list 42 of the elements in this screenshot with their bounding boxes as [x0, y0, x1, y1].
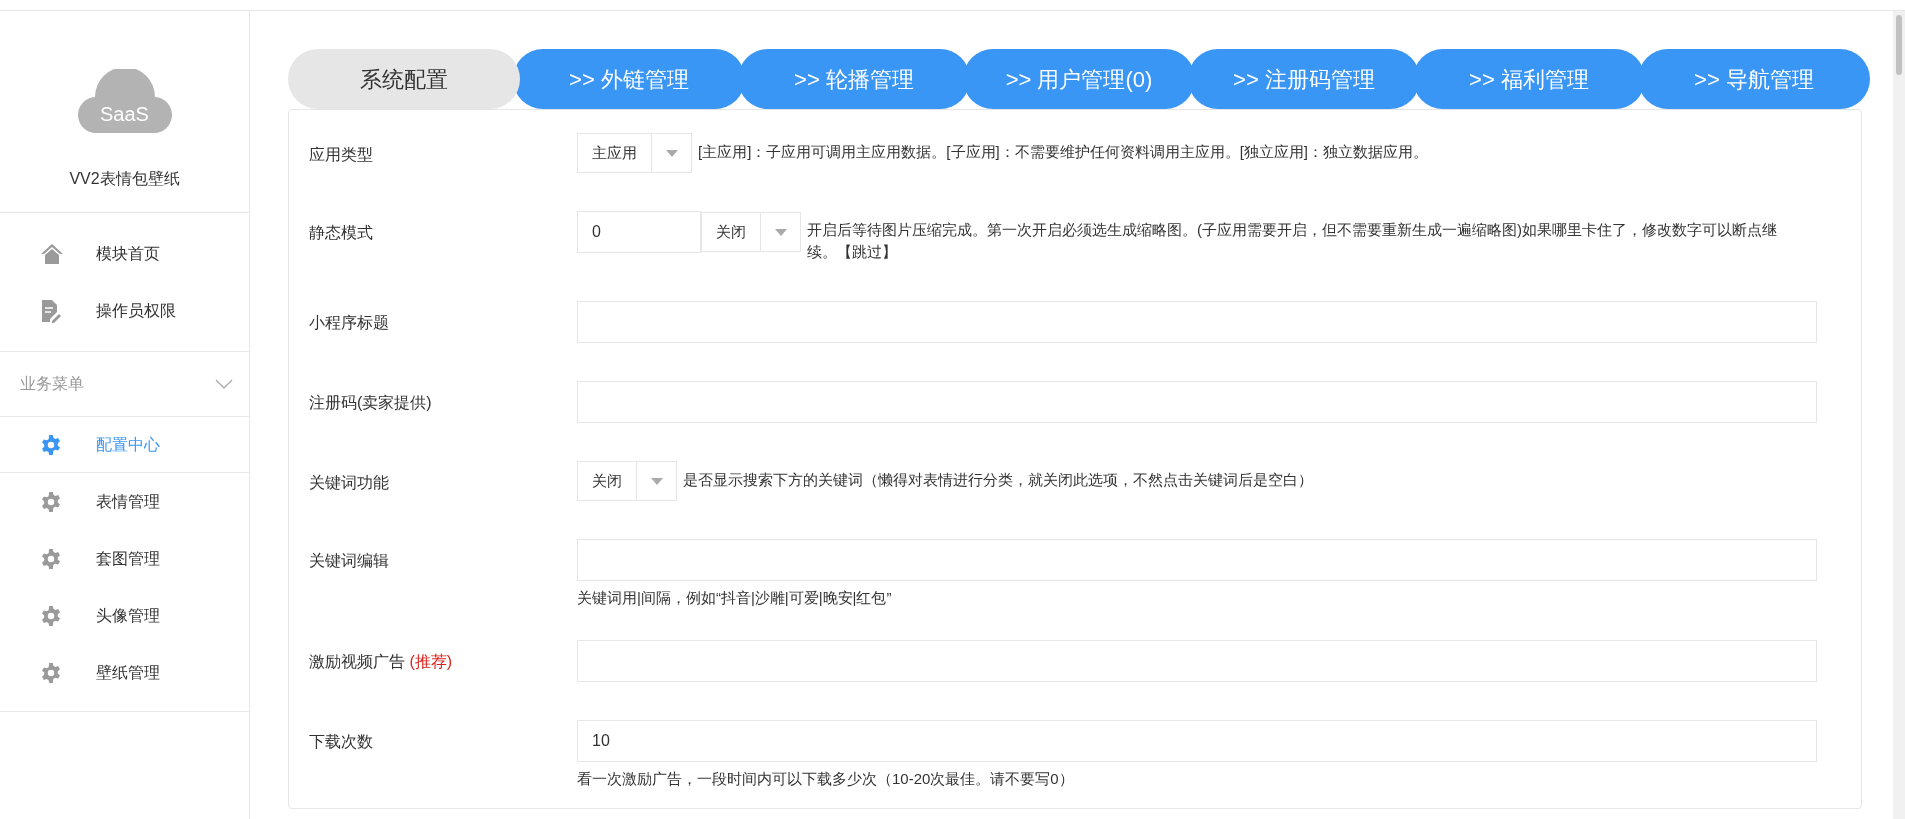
select-field[interactable]: 主应用 [577, 133, 692, 173]
hint-text: 看一次激励广告，一段时间内可以下载多少次（10-20次最佳。请不要写0） [577, 768, 1075, 789]
select-field[interactable]: 关闭 [577, 461, 677, 501]
caret-icon [665, 149, 678, 157]
scrollbar[interactable] [1893, 11, 1905, 819]
field-label: 静态模式 [309, 223, 374, 243]
input-field[interactable] [577, 639, 1817, 682]
sidebar-item[interactable]: 头像管理 [0, 587, 249, 644]
caret-icon [774, 228, 787, 236]
home-icon [40, 242, 64, 265]
app-name: VV2表情包壁纸 [69, 169, 180, 189]
description-text: 开启后等待图片压缩完成。第一次开启必须选生成缩略图。(子应用需要开启，但不需要重新生成一遍缩略图)如果哪里卡住了，修改数字可以断点继续。【跳过】 [807, 220, 1777, 262]
gear-icon [40, 547, 62, 570]
gear-icon [40, 661, 62, 684]
field-label: 注册码(卖家提供) [309, 393, 433, 413]
select-field[interactable]: 关闭 [701, 212, 801, 252]
input-field[interactable] [577, 381, 1817, 423]
input-field[interactable]: 0 [577, 211, 701, 253]
field-label: 关键词编辑 [309, 551, 390, 571]
input-field[interactable] [577, 301, 1817, 343]
tab[interactable]: 系统配置 [288, 49, 520, 109]
field-label: 激励视频广告 (推荐) [309, 651, 454, 672]
field-label: 下载次数 [309, 731, 374, 752]
sidebar-item[interactable]: 表情管理 [0, 473, 249, 530]
sidebar-item[interactable]: 操作员权限 [0, 282, 249, 339]
caret-icon [650, 477, 663, 485]
gear-icon [40, 604, 62, 627]
input-field[interactable] [577, 539, 1817, 581]
sidebar-item[interactable]: 壁纸管理 [0, 644, 249, 701]
gear-icon [40, 433, 62, 456]
logo-text: SaaS [99, 102, 150, 127]
input-field[interactable]: 10 [577, 719, 1817, 762]
sidebar-item[interactable]: 套图管理 [0, 530, 249, 587]
field-label: 关键词功能 [309, 473, 390, 493]
description-text: 是否显示搜索下方的关键词（懒得对表情进行分类，就关闭此选项，不然点击关键词后是空白） [683, 470, 1313, 490]
description-text: [主应用]：子应用可调用主应用数据。[子应用]：不需要维护任何资料调用主应用。[独立应用]：独立数据应用。 [698, 142, 1428, 162]
hint-text: 关键词用|间隔，例如“抖音|沙雕|可爱|晚安|红包” [577, 588, 893, 608]
field-label: 小程序标题 [309, 313, 390, 333]
sidebar-item[interactable]: 模块首页 [0, 225, 249, 282]
field-label: 应用类型 [309, 145, 374, 165]
gear-icon [40, 490, 62, 513]
document-edit-icon [40, 298, 62, 323]
